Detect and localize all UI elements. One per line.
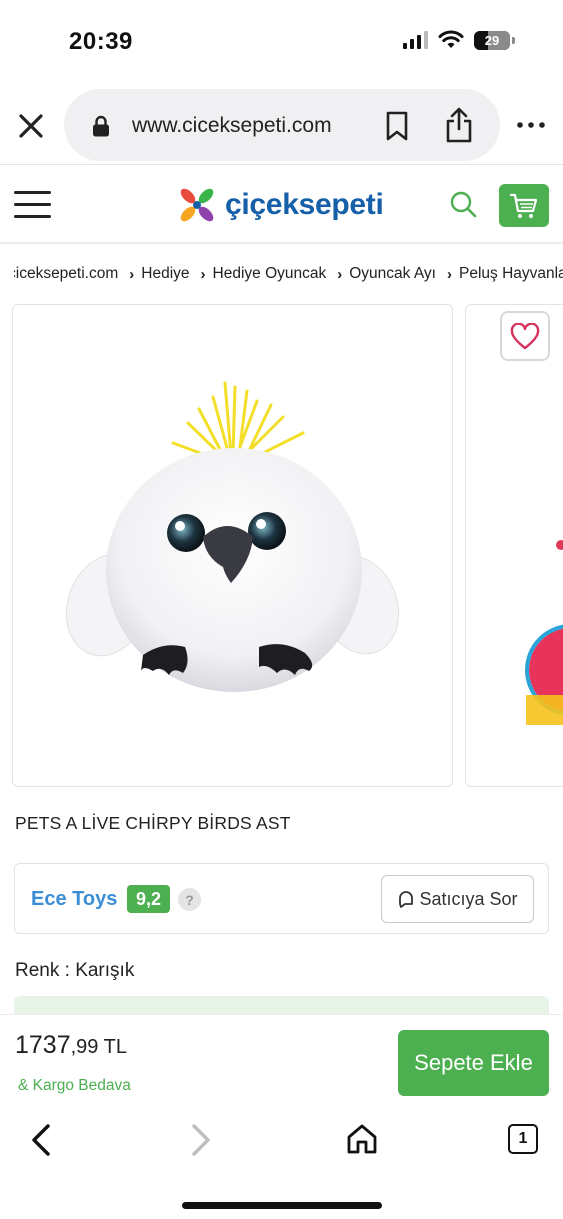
address-bar[interactable]: www.ciceksepeti.com <box>64 89 500 161</box>
ask-seller-button[interactable]: Satıcıya Sor <box>381 875 534 923</box>
url-text[interactable]: www.ciceksepeti.com <box>132 114 332 138</box>
site-logo[interactable]: çiçeksepeti <box>177 185 384 225</box>
home-indicator[interactable] <box>182 1202 382 1209</box>
home-icon[interactable] <box>345 1122 379 1156</box>
breadcrumb-item[interactable]: › Hediye <box>118 265 189 283</box>
cart-icon <box>509 193 538 218</box>
seller-card: Ece Toys 9,2 ? Satıcıya Sor <box>14 863 549 934</box>
product-image-main[interactable] <box>12 304 453 787</box>
breadcrumb-item[interactable]: › Oyuncak Ayı <box>326 265 436 283</box>
price-main: 1737 <box>15 1031 71 1059</box>
chat-icon <box>399 891 414 908</box>
more-icon[interactable] <box>516 121 546 129</box>
lock-icon <box>93 115 109 137</box>
browser-bar: www.ciceksepeti.com <box>0 87 563 163</box>
purchase-bar: 1737,99 TL & Kargo Bedava Sepete Ekle <box>0 1014 563 1106</box>
logo-text: çiçeksepeti <box>225 188 384 221</box>
color-option-label: Renk : Karışık <box>15 960 135 981</box>
share-icon[interactable] <box>444 107 474 143</box>
heart-icon <box>510 322 540 349</box>
wifi-icon <box>438 30 464 48</box>
flower-logo-icon <box>180 188 214 222</box>
breadcrumb-item[interactable]: › Peluş Hayvanlar <box>436 265 563 283</box>
chevron-right-icon: › <box>200 265 206 283</box>
ask-seller-label: Satıcıya Sor <box>419 888 518 909</box>
breadcrumb-item[interactable]: › Hediye Oyuncak <box>190 265 327 283</box>
close-icon[interactable] <box>14 109 48 143</box>
free-shipping-label: & Kargo Bedava <box>18 1077 131 1094</box>
price-decimal: ,99 <box>70 1036 99 1058</box>
chevron-right-icon: › <box>337 265 343 283</box>
chevron-right-icon: › <box>446 265 452 283</box>
add-to-cart-button[interactable]: Sepete Ekle <box>398 1030 549 1096</box>
cart-button[interactable] <box>499 184 549 227</box>
price-currency: TL <box>103 1036 127 1058</box>
search-icon[interactable] <box>449 190 477 218</box>
tabs-icon[interactable]: 1 <box>508 1124 538 1154</box>
help-icon[interactable]: ? <box>178 888 201 911</box>
menu-icon[interactable] <box>14 191 51 219</box>
seller-name[interactable]: Ece Toys <box>31 888 117 911</box>
next-image-preview <box>525 540 563 725</box>
back-icon[interactable] <box>28 1122 54 1158</box>
browser-toolbar: 1 <box>0 1106 563 1219</box>
bookmark-icon[interactable] <box>384 111 410 141</box>
breadcrumb-item[interactable]: ciceksepeti.com <box>14 265 118 283</box>
seller-score-badge: 9,2 <box>127 885 170 913</box>
chevron-right-icon: › <box>129 265 135 283</box>
price: 1737,99 TL <box>15 1031 127 1060</box>
product-image-next[interactable] <box>465 304 563 787</box>
battery-cap <box>512 36 515 44</box>
battery-level: 29 <box>484 32 500 48</box>
status-bar: 20:39 29 <box>0 0 563 84</box>
signal-icon <box>403 31 428 49</box>
favorite-button[interactable] <box>500 311 550 361</box>
status-icons: 29 <box>403 30 515 50</box>
battery-icon: 29 <box>474 30 510 50</box>
plush-bird-image <box>65 381 400 692</box>
forward-icon[interactable] <box>188 1122 214 1158</box>
site-header: çiçeksepeti <box>0 164 563 244</box>
status-time: 20:39 <box>69 28 133 55</box>
breadcrumb: ciceksepeti.com › Hediye › Hediye Oyuncak … <box>14 262 563 286</box>
product-title: PETS A LİVE CHİRPY BİRDS AST <box>15 813 291 833</box>
